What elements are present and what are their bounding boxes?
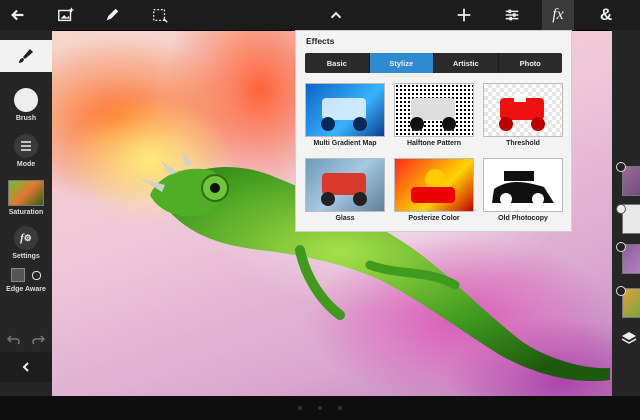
effect-posterize-color[interactable]: Posterize Color bbox=[394, 158, 474, 222]
fx-icon[interactable]: fx bbox=[542, 0, 574, 30]
effect-thumbnail bbox=[483, 83, 563, 137]
ampersand-icon[interactable]: & bbox=[588, 0, 624, 30]
pen-icon[interactable] bbox=[94, 0, 130, 30]
mode-list-icon bbox=[14, 134, 38, 158]
tab-stylize[interactable]: Stylize bbox=[369, 53, 434, 73]
saturation-option[interactable]: Saturation bbox=[0, 180, 52, 216]
edge-aware-option[interactable]: Edge Aware bbox=[0, 268, 52, 293]
top-toolbar: fx & bbox=[0, 0, 640, 31]
chevron-left-icon bbox=[22, 362, 29, 372]
fx-settings-icon: f ⚙ bbox=[14, 226, 38, 250]
crosshair-icon[interactable] bbox=[446, 0, 482, 30]
settings-label: Settings bbox=[12, 253, 40, 260]
effect-old-photocopy[interactable]: Old Photocopy bbox=[483, 158, 563, 222]
back-arrow-icon[interactable] bbox=[0, 0, 36, 30]
brush-tool-button[interactable] bbox=[0, 40, 52, 72]
nav-dot bbox=[298, 406, 302, 410]
effect-multi-gradient-map[interactable]: Multi Gradient Map bbox=[305, 83, 385, 147]
layer-visibility-dot[interactable] bbox=[616, 242, 626, 252]
brush-option[interactable]: Brush bbox=[0, 88, 52, 122]
collapse-toolbar-button[interactable] bbox=[0, 352, 52, 382]
edge-aware-toggle[interactable] bbox=[11, 268, 41, 282]
left-toolbar: Brush Mode Saturation f ⚙ Settings Edge A… bbox=[0, 30, 52, 420]
edge-aware-label: Edge Aware bbox=[6, 286, 46, 293]
layers-panel bbox=[612, 30, 640, 420]
effect-thumbnail bbox=[394, 158, 474, 212]
select-area-icon[interactable] bbox=[142, 0, 178, 30]
undo-icon[interactable] bbox=[6, 332, 22, 348]
effect-glass[interactable]: Glass bbox=[305, 158, 385, 222]
effect-thumbnail bbox=[305, 158, 385, 212]
effect-threshold[interactable]: Threshold bbox=[483, 83, 563, 147]
bottom-nav-strip bbox=[0, 396, 640, 420]
tab-basic[interactable]: Basic bbox=[305, 53, 370, 73]
effect-label: Old Photocopy bbox=[498, 215, 548, 222]
effect-halftone-pattern[interactable]: Halftone Pattern bbox=[394, 83, 474, 147]
effect-label: Halftone Pattern bbox=[406, 140, 462, 147]
mode-option[interactable]: Mode bbox=[0, 134, 52, 168]
layer-thumbnail[interactable] bbox=[622, 166, 640, 196]
saturation-thumbnail bbox=[8, 180, 44, 206]
layers-stack-icon[interactable] bbox=[621, 330, 640, 350]
effects-panel: Effects Basic Stylize Artistic Photo Mul… bbox=[295, 30, 572, 232]
saturation-label: Saturation bbox=[8, 209, 44, 216]
mode-label: Mode bbox=[16, 161, 36, 168]
effects-tabs: Basic Stylize Artistic Photo bbox=[305, 53, 562, 73]
nav-dot bbox=[338, 406, 342, 410]
layer-visibility-dot[interactable] bbox=[616, 204, 626, 214]
effect-thumbnail bbox=[394, 83, 474, 137]
brush-circle-icon bbox=[14, 88, 38, 112]
collapse-chevron-icon[interactable] bbox=[318, 0, 354, 30]
tab-photo[interactable]: Photo bbox=[499, 53, 563, 73]
effect-label: Posterize Color bbox=[408, 215, 460, 222]
image-add-icon[interactable] bbox=[48, 0, 84, 30]
brush-label: Brush bbox=[15, 115, 37, 122]
effect-label: Glass bbox=[335, 215, 355, 222]
ampersand-label: & bbox=[599, 5, 613, 24]
adjust-icon[interactable] bbox=[494, 0, 530, 30]
tab-artistic[interactable]: Artistic bbox=[434, 53, 499, 73]
fx-label: fx bbox=[552, 6, 564, 23]
paintbrush-icon bbox=[19, 49, 33, 63]
settings-option[interactable]: f ⚙ Settings bbox=[0, 226, 52, 260]
layer-visibility-dot[interactable] bbox=[616, 162, 626, 172]
effect-label: Multi Gradient Map bbox=[313, 140, 377, 147]
effects-title: Effects bbox=[306, 36, 335, 46]
nav-dot bbox=[318, 406, 322, 410]
layer-visibility-dot[interactable] bbox=[616, 286, 626, 296]
effect-thumbnail bbox=[305, 83, 385, 137]
effect-thumbnail bbox=[483, 158, 563, 212]
effect-label: Threshold bbox=[506, 140, 540, 147]
redo-icon[interactable] bbox=[30, 332, 46, 348]
